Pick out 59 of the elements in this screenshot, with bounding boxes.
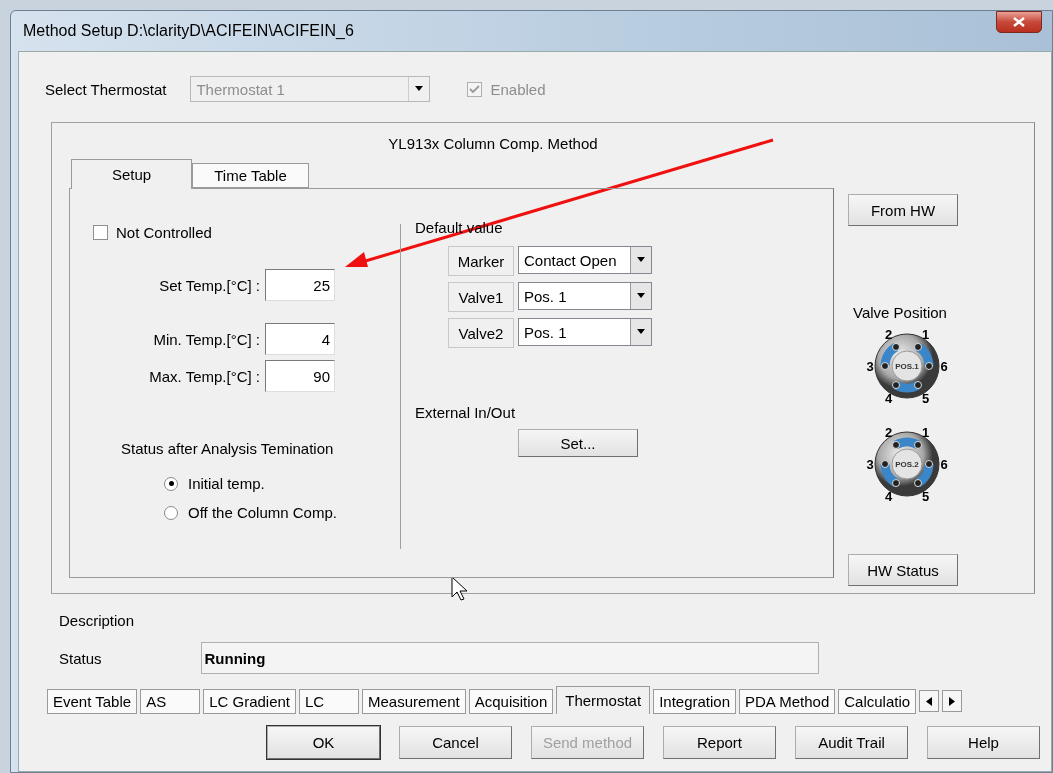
method-tab[interactable]: LC Gradient	[203, 689, 296, 714]
value-dropdown[interactable]: Contact Open	[518, 246, 652, 274]
field-label: Max. Temp.[°C] :	[149, 367, 260, 385]
port-number: 3	[866, 457, 874, 472]
radio-label: Initial temp.	[188, 475, 265, 492]
from-hw-button[interactable]: From HW	[848, 194, 958, 226]
method-tab[interactable]: Acquisition	[468, 689, 554, 714]
port-number: 5	[921, 489, 930, 505]
checkbox-label: Enabled	[490, 80, 546, 98]
section-label: Status after Analysis Temination	[121, 440, 335, 457]
row-label: Marker	[448, 246, 514, 276]
port-number: 1	[921, 424, 930, 440]
port-number: 5	[921, 391, 930, 407]
group-title: YL913x Column Comp. Method	[388, 135, 598, 152]
value-dropdown[interactable]: Pos. 1	[518, 318, 652, 346]
description-label: Description	[59, 611, 135, 629]
status-label: Status	[59, 649, 102, 667]
port-number: 4	[884, 391, 893, 407]
position-label: POS.2	[895, 460, 919, 469]
hw-status-button[interactable]: HW Status	[848, 554, 958, 586]
temperature-field[interactable]: 4	[265, 323, 335, 355]
method-tab[interactable]: LC	[299, 689, 359, 714]
valve-position-label: Valve Position	[853, 304, 947, 321]
set-button[interactable]: Set...	[518, 429, 638, 457]
temperature-field[interactable]: 25	[265, 269, 335, 301]
temperature-field[interactable]: 90	[265, 360, 335, 392]
method-tab[interactable]: Integration	[653, 689, 736, 714]
port-number: 3	[866, 359, 874, 374]
section-label: External In/Out	[415, 404, 517, 421]
position-label: POS.1	[895, 362, 919, 371]
dialog-button[interactable]: Cancel	[399, 726, 512, 759]
row-label: Valve2	[448, 318, 514, 348]
tab[interactable]: Time Table	[192, 163, 309, 188]
field-label: Set Temp.[°C] :	[159, 276, 260, 294]
port-number: 1	[921, 326, 930, 342]
method-tab[interactable]: Measurement	[362, 689, 466, 714]
field-label: Min. Temp.[°C] :	[153, 330, 260, 348]
dialog-button[interactable]: Audit Trail	[795, 726, 908, 759]
field-label: Select Thermostat	[45, 80, 167, 98]
port-number: 2	[884, 326, 893, 342]
tab[interactable]: Setup	[71, 159, 193, 189]
port-number: 6	[940, 359, 948, 374]
status-field: Running	[200, 642, 819, 674]
method-tab[interactable]: PDA Method	[739, 689, 836, 714]
dialog-button[interactable]: OK	[267, 726, 380, 759]
window-title: Method Setup D:\clarityD\ACIFEIN\ACIFEIN_6	[23, 22, 354, 40]
value-dropdown[interactable]: Pos. 1	[518, 282, 652, 310]
port-number: 4	[884, 489, 893, 505]
checkbox-label: Not Controlled	[116, 224, 212, 241]
method-tab[interactable]: Event Table	[47, 689, 138, 714]
method-tab[interactable]: Thermostat	[556, 686, 651, 714]
method-tab[interactable]: AS	[140, 689, 201, 714]
row-label: Valve1	[448, 282, 514, 312]
dialog-button[interactable]: Help	[927, 726, 1040, 759]
radio-label: Off the Column Comp.	[188, 504, 337, 521]
port-number: 2	[884, 424, 893, 440]
port-number: 6	[940, 457, 948, 472]
dialog-button[interactable]: Report	[663, 726, 776, 759]
method-tab[interactable]: Calculatio	[838, 689, 917, 714]
